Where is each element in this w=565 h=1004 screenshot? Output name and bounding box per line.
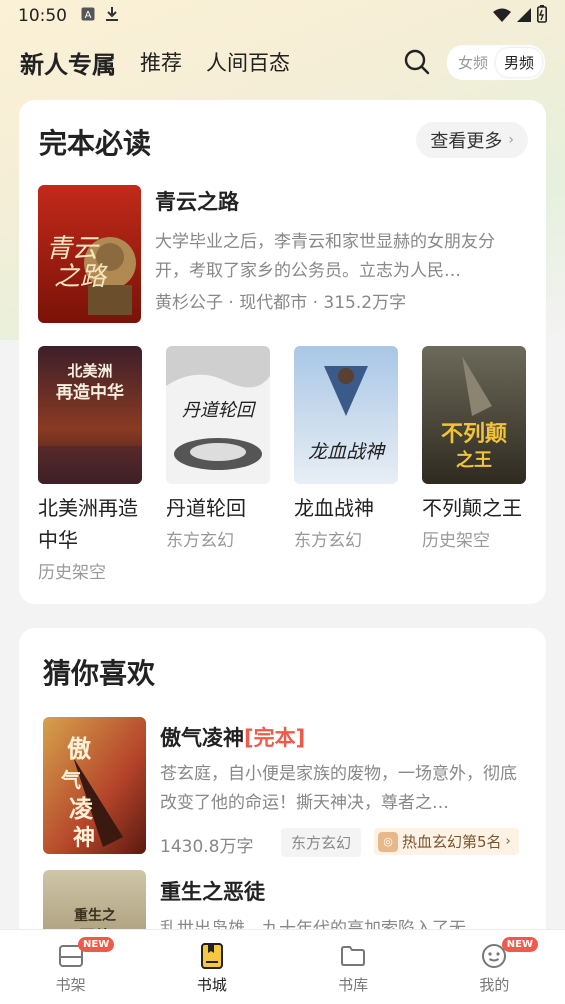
section-title: 完本必读	[39, 127, 152, 160]
featured-book-meta: 黄杉公子 · 现代都市 · 315.2万字	[155, 293, 407, 313]
book-title: 不列颠之王	[422, 496, 522, 520]
gender-male-option[interactable]: 男频	[495, 47, 542, 77]
rank-badge[interactable]: ◎ 热血玄幻第5名 ›	[374, 828, 519, 855]
nav-label: 书库	[338, 976, 369, 994]
new-badge: NEW	[78, 937, 115, 952]
wifi-icon	[493, 7, 511, 26]
status-bar: 10:50 A	[0, 0, 565, 32]
see-more-button[interactable]: 查看更多 ›	[416, 122, 528, 158]
new-badge: NEW	[501, 937, 538, 952]
book-category: 历史架空	[38, 563, 106, 583]
chevron-right-icon: ›	[508, 132, 514, 148]
book-title[interactable]: 傲气凌神[完本]	[160, 722, 305, 752]
svg-text:傲: 傲	[67, 734, 92, 763]
book-category: 东方玄幻	[294, 531, 362, 551]
svg-text:不列颠: 不列颠	[441, 422, 507, 447]
book-title-text: 傲气凌神	[160, 726, 244, 750]
nav-library[interactable]: 书库	[283, 930, 424, 1004]
nav-label: 我的	[479, 976, 510, 994]
complete-books-card: 完本必读 查看更多 › 青云 之路 青云之路 大学毕业之后，李青云和家世显赫的女…	[19, 100, 546, 604]
svg-text:A: A	[85, 10, 92, 21]
section-title: 猜你喜欢	[43, 657, 156, 690]
book-title: 北美洲再造中华	[38, 496, 138, 552]
nav-label: 书城	[196, 976, 227, 994]
signal-icon	[517, 7, 531, 26]
svg-text:再造中华: 再造中华	[56, 382, 124, 403]
book-category-tag[interactable]: 东方玄幻	[281, 828, 362, 857]
book-item[interactable]: 龙血战神 龙血战神 东方玄幻	[294, 346, 398, 551]
download-icon	[105, 6, 119, 26]
nav-label: 书架	[55, 976, 86, 994]
book-cover: 不列颠 之王	[422, 346, 526, 484]
bookstore-icon	[200, 943, 223, 969]
book-item[interactable]: 不列颠 之王 不列颠之王 历史架空	[422, 346, 526, 551]
svg-text:神: 神	[73, 825, 95, 851]
book-title: 龙血战神	[294, 496, 374, 520]
book-cover[interactable]: 傲 气 凌 神	[43, 717, 146, 854]
book-cover: 北美洲 再造中华	[38, 346, 142, 484]
bottom-nav: 书架 NEW 书城 书库 我的 NEW	[0, 929, 565, 1004]
top-nav: 新人专属 推荐 人间百态 女频 男频	[0, 40, 565, 84]
svg-text:北美洲: 北美洲	[67, 362, 112, 380]
nav-bookstore[interactable]: 书城	[141, 930, 282, 1004]
tab-life[interactable]: 人间百态	[206, 47, 290, 77]
svg-text:之路: 之路	[54, 262, 108, 292]
book-word-count: 1430.8万字	[160, 837, 254, 857]
chevron-right-icon: ›	[505, 834, 511, 849]
complete-tag: [完本]	[244, 726, 306, 750]
gender-female-option[interactable]: 女频	[450, 48, 496, 77]
nav-bookshelf[interactable]: 书架 NEW	[0, 930, 141, 1004]
svg-text:龙血战神: 龙血战神	[308, 441, 386, 463]
featured-book-cover[interactable]: 青云 之路	[38, 185, 141, 323]
folder-icon	[341, 946, 366, 966]
book-item[interactable]: 北美洲 再造中华 北美洲再造中华 历史架空	[38, 346, 142, 583]
svg-text:凌: 凌	[69, 794, 94, 823]
book-category: 历史架空	[422, 531, 490, 551]
gender-toggle: 女频 男频	[446, 44, 545, 80]
book-category: 东方玄幻	[166, 531, 234, 551]
status-time: 10:50	[18, 6, 67, 26]
book-cover: 丹道轮回	[166, 346, 270, 484]
tab-newcomer[interactable]: 新人专属	[20, 45, 116, 80]
a-icon: A	[81, 7, 95, 25]
svg-text:丹道轮回: 丹道轮回	[182, 400, 257, 421]
rank-label: 热血玄幻第5名	[402, 833, 502, 851]
guess-you-like-card: 猜你喜欢 傲 气 凌 神 傲气凌神[完本] 苍玄庭，自小便是家族的废物，一场意外…	[19, 628, 546, 948]
svg-text:气: 气	[60, 768, 81, 792]
tab-recommend[interactable]: 推荐	[140, 47, 182, 77]
nav-mine[interactable]: 我的 NEW	[424, 930, 565, 1004]
book-description: 苍玄庭，自小便是家族的废物，一场意外，彻底改变了他的命运！撕天神决，尊者之…	[160, 764, 517, 813]
svg-text:重生之: 重生之	[74, 907, 116, 924]
book-title: 丹道轮回	[166, 496, 246, 520]
svg-text:之王: 之王	[456, 449, 492, 471]
see-more-label: 查看更多	[430, 131, 503, 152]
battery-icon	[537, 5, 547, 27]
svg-text:青云: 青云	[46, 234, 100, 264]
book-title[interactable]: 重生之恶徒	[160, 876, 265, 906]
search-icon[interactable]	[403, 48, 431, 76]
featured-book-description: 大学毕业之后，李青云和家世显赫的女朋友分开，考取了家乡的公务员。立志为人民…	[155, 232, 495, 281]
rank-icon: ◎	[378, 831, 398, 852]
book-cover: 龙血战神	[294, 346, 398, 484]
featured-book-title[interactable]: 青云之路	[155, 186, 239, 216]
book-item[interactable]: 丹道轮回 丹道轮回 东方玄幻	[166, 346, 270, 551]
